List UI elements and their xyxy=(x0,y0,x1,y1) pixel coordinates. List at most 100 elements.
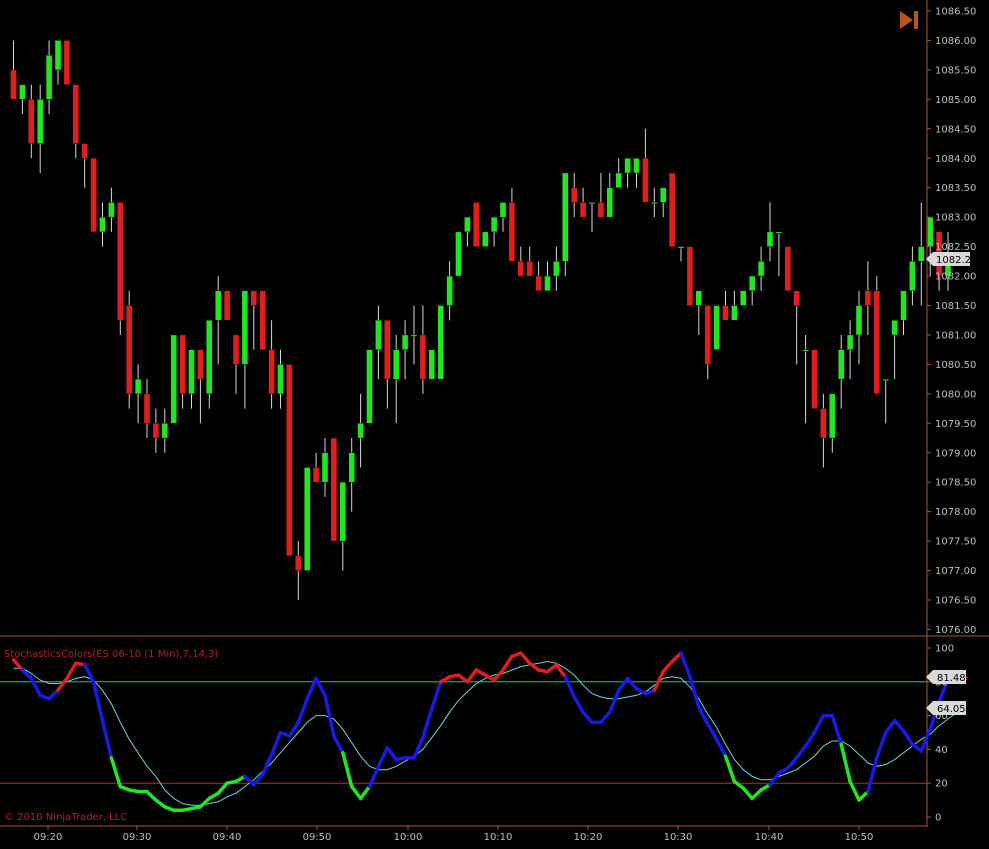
stochastic-k-segment xyxy=(554,663,568,679)
stochastic-k-segment xyxy=(581,710,594,725)
candle-body xyxy=(393,349,400,380)
candle-body xyxy=(499,202,507,218)
stochastic-k-segment xyxy=(421,707,434,740)
stochastic-k-segment xyxy=(750,788,763,801)
candle-body xyxy=(838,349,845,380)
candle-body xyxy=(731,305,738,321)
stochastic-k-segment xyxy=(332,734,345,755)
candle-body xyxy=(152,423,160,439)
stochastic-k-segment xyxy=(501,654,514,672)
stochastic-k-segment xyxy=(385,745,398,762)
candle-body xyxy=(464,216,471,233)
candle-body xyxy=(10,69,17,100)
candle-body xyxy=(45,54,53,100)
candle-body xyxy=(19,84,26,100)
candle-body xyxy=(357,423,364,439)
time-tick-label: 09:40 xyxy=(213,832,242,843)
candle-body xyxy=(72,84,80,144)
stochastic-k-segment xyxy=(358,784,372,801)
stochastic-k-segment xyxy=(883,718,897,735)
candle-body xyxy=(624,158,631,174)
stochastic-k-segment xyxy=(830,713,843,747)
candle-body xyxy=(188,349,195,395)
price-tick-label: 1078.50 xyxy=(935,478,976,489)
candle-body xyxy=(410,334,418,337)
indicator-tick-label: 40 xyxy=(935,745,948,756)
candle-body xyxy=(428,349,435,380)
indicator-tick-label: 0 xyxy=(935,813,941,824)
price-tick-label: 1081.00 xyxy=(935,330,976,341)
stochastic-k-segment xyxy=(688,674,701,709)
candle-body xyxy=(63,40,71,85)
candle-body xyxy=(223,290,231,321)
candle-body xyxy=(749,275,756,291)
candle-body xyxy=(775,231,783,234)
candle-body xyxy=(588,202,596,205)
stochastic-k-segment xyxy=(376,745,390,769)
candle-body xyxy=(695,290,702,306)
indicator-panel xyxy=(0,651,968,812)
candle-body xyxy=(214,290,222,321)
price-tick-label: 1081.50 xyxy=(935,301,976,312)
chart-canvas: 1086.50 1086.00 1085.50 1085.00 1084.50 1084.… xyxy=(0,0,989,843)
price-tick-label: 1083.50 xyxy=(935,183,976,194)
candle-body xyxy=(900,290,907,321)
candle-body xyxy=(28,99,35,144)
stochastic-k-segment xyxy=(572,695,585,714)
candle-body xyxy=(882,378,889,381)
candle-body xyxy=(250,290,258,306)
price-tick-label: 1085.00 xyxy=(935,95,976,106)
candle-body xyxy=(793,290,800,306)
stochastic-k-segment xyxy=(812,713,826,735)
last-price-label: 1082.25 xyxy=(936,255,977,266)
candle-body xyxy=(562,172,569,262)
candle-body xyxy=(784,246,791,291)
candle-body xyxy=(918,246,925,262)
stochastic-k-segment xyxy=(794,744,808,760)
candle-body xyxy=(117,202,124,321)
last-price-tag: 1082.25 xyxy=(926,252,977,266)
price-tick-label: 1077.00 xyxy=(935,566,976,577)
candle-body xyxy=(241,290,249,365)
candle-body xyxy=(606,187,613,218)
stochastic-k-segment xyxy=(216,781,229,796)
stochastic-k-segment xyxy=(314,676,327,698)
candle-body xyxy=(401,334,409,350)
stochastic-k-segment xyxy=(349,784,363,801)
stochastic-k-segment xyxy=(599,710,612,725)
candle-body xyxy=(170,334,177,424)
stochastic-k-segment xyxy=(296,696,309,725)
candle-body xyxy=(668,172,676,247)
candle-body xyxy=(740,290,747,306)
candle-body xyxy=(891,320,898,336)
candle-body xyxy=(277,364,284,395)
time-tick-label: 09:30 xyxy=(123,832,152,843)
stochastic-k-segment xyxy=(741,786,754,801)
candle-body xyxy=(99,216,106,233)
price-tick-label: 1082.50 xyxy=(935,242,976,253)
candle-body xyxy=(766,231,774,247)
candle-body xyxy=(437,305,444,380)
candle-body xyxy=(90,158,97,233)
candle-body xyxy=(134,378,142,395)
candle-body xyxy=(571,187,578,203)
candle-body xyxy=(651,202,658,205)
candle-body xyxy=(597,202,605,218)
indicator-label: StochasticsColors(ES 06-10 (1 Min),7,14,… xyxy=(4,649,218,660)
candle-body xyxy=(677,246,685,249)
stochastic-k-segment xyxy=(519,651,532,665)
price-tick-label: 1086.00 xyxy=(935,36,976,47)
stochastic-k-segment xyxy=(465,668,479,684)
stochastic-k-segment xyxy=(661,659,674,674)
stochastic-k-segment xyxy=(625,676,639,691)
candle-body xyxy=(54,40,62,71)
candle-body xyxy=(259,290,266,350)
price-tick-label: 1076.00 xyxy=(935,625,976,636)
price-tick-label: 1084.00 xyxy=(935,154,976,165)
candle-body xyxy=(722,305,729,321)
candle-body xyxy=(660,187,667,203)
candle-body xyxy=(330,437,338,542)
stochastic-k-segment xyxy=(563,674,576,699)
candle-body xyxy=(526,261,533,277)
skip-to-end-icon[interactable] xyxy=(900,11,918,29)
